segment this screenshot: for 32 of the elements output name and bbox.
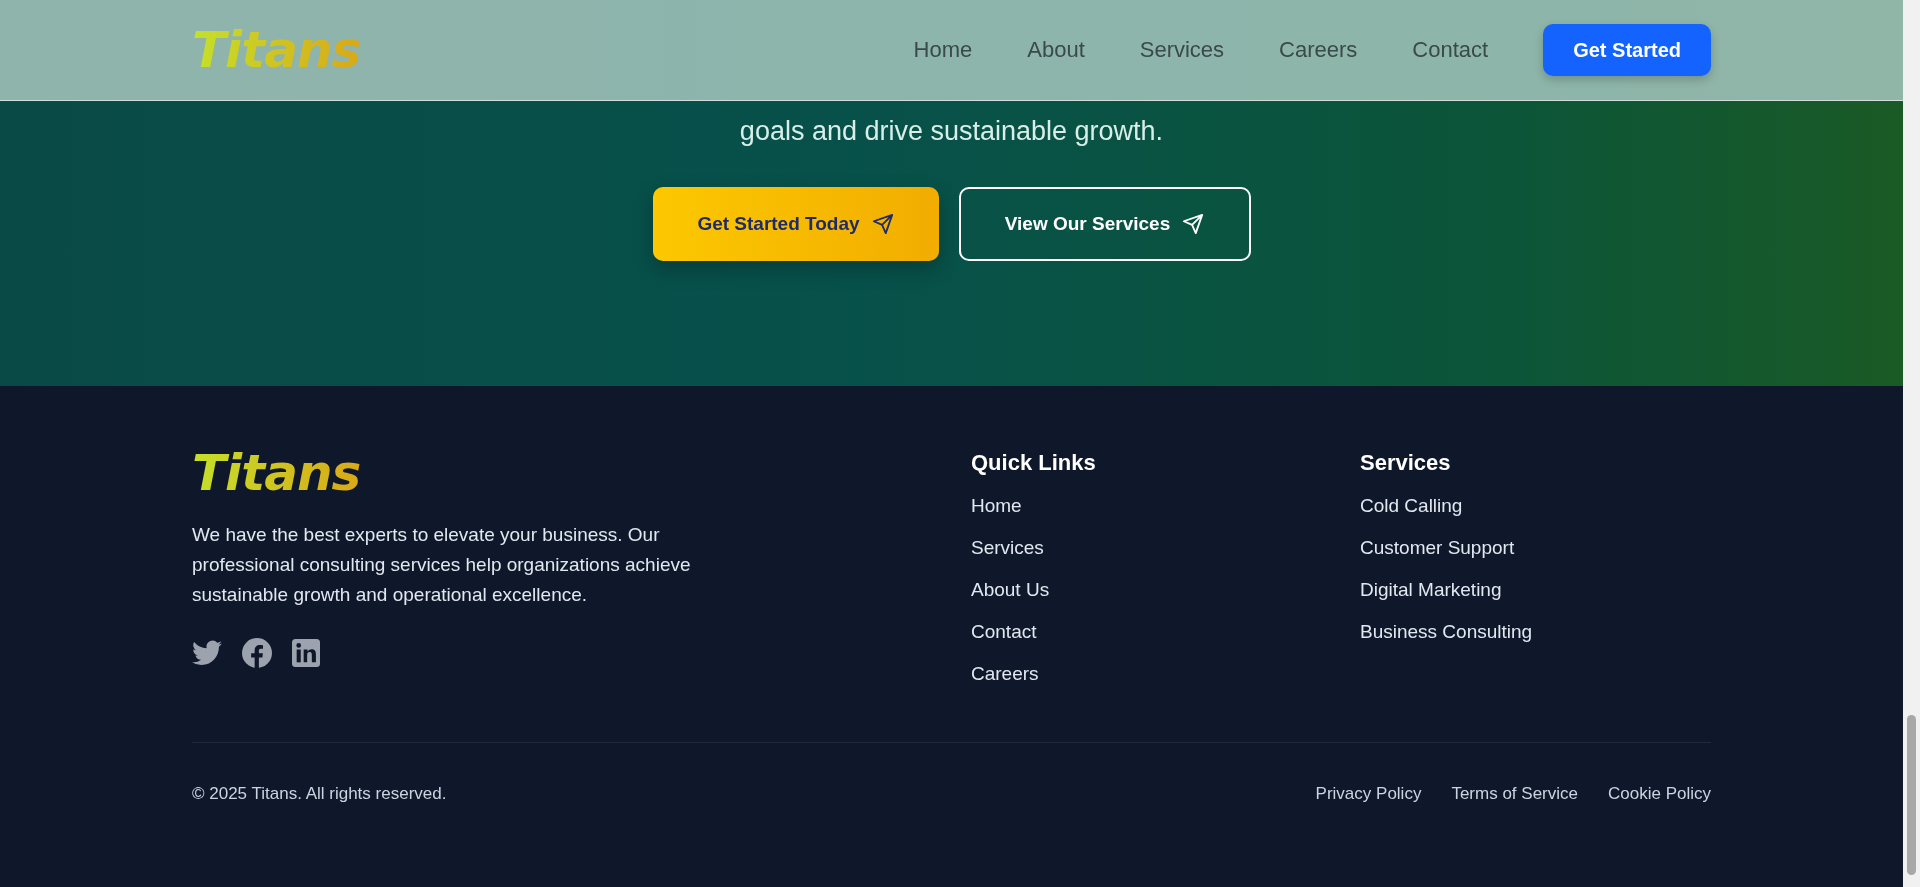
send-icon: [871, 213, 894, 235]
footer-heading: Services: [1360, 450, 1451, 476]
legal-link[interactable]: Privacy Policy: [1315, 784, 1422, 804]
nav-link[interactable]: Services: [1139, 37, 1225, 63]
send-icon: [1182, 213, 1205, 235]
footer-link[interactable]: Careers: [971, 662, 1039, 686]
footer-link[interactable]: Services: [971, 536, 1044, 560]
legal-link[interactable]: Cookie Policy: [1608, 784, 1711, 804]
twitter-icon[interactable]: [192, 640, 222, 666]
nav-link[interactable]: Contact: [1412, 37, 1489, 63]
hero-button[interactable]: Get Started Today: [652, 187, 939, 261]
footer-link[interactable]: Digital Marketing: [1360, 578, 1502, 602]
legal-link[interactable]: Terms of Service: [1451, 784, 1578, 804]
hero-text: goals and drive sustainable growth.: [739, 115, 1164, 148]
nav-link[interactable]: Careers: [1279, 37, 1358, 63]
footer-description: We have the best experts to elevate your business. Our professional consulting services help organizations achieve sustainable growth and operational excellence.: [192, 523, 692, 607]
footer-link[interactable]: Business Consulting: [1360, 620, 1533, 644]
footer-link[interactable]: Contact: [971, 620, 1037, 644]
footer-link[interactable]: About Us: [971, 578, 1050, 602]
footer-link[interactable]: Cold Calling: [1360, 494, 1463, 518]
get-started-button[interactable]: Get Started: [1543, 24, 1711, 76]
footer-link[interactable]: Home: [971, 494, 1022, 518]
copyright-text: © 2025 Titans. All rights reserved.: [192, 784, 447, 804]
scrollbar[interactable]: [1903, 0, 1920, 887]
footer-heading: Quick Links: [971, 450, 1096, 476]
nav-link[interactable]: Home: [913, 37, 973, 63]
nav-link[interactable]: About: [1027, 37, 1085, 63]
hero-button[interactable]: View Our Services: [958, 187, 1251, 261]
linkedin-icon[interactable]: [292, 639, 320, 667]
scrollbar-thumb[interactable]: [1907, 715, 1916, 875]
facebook-icon[interactable]: [242, 638, 272, 668]
footer-link[interactable]: Customer Support: [1360, 536, 1515, 560]
